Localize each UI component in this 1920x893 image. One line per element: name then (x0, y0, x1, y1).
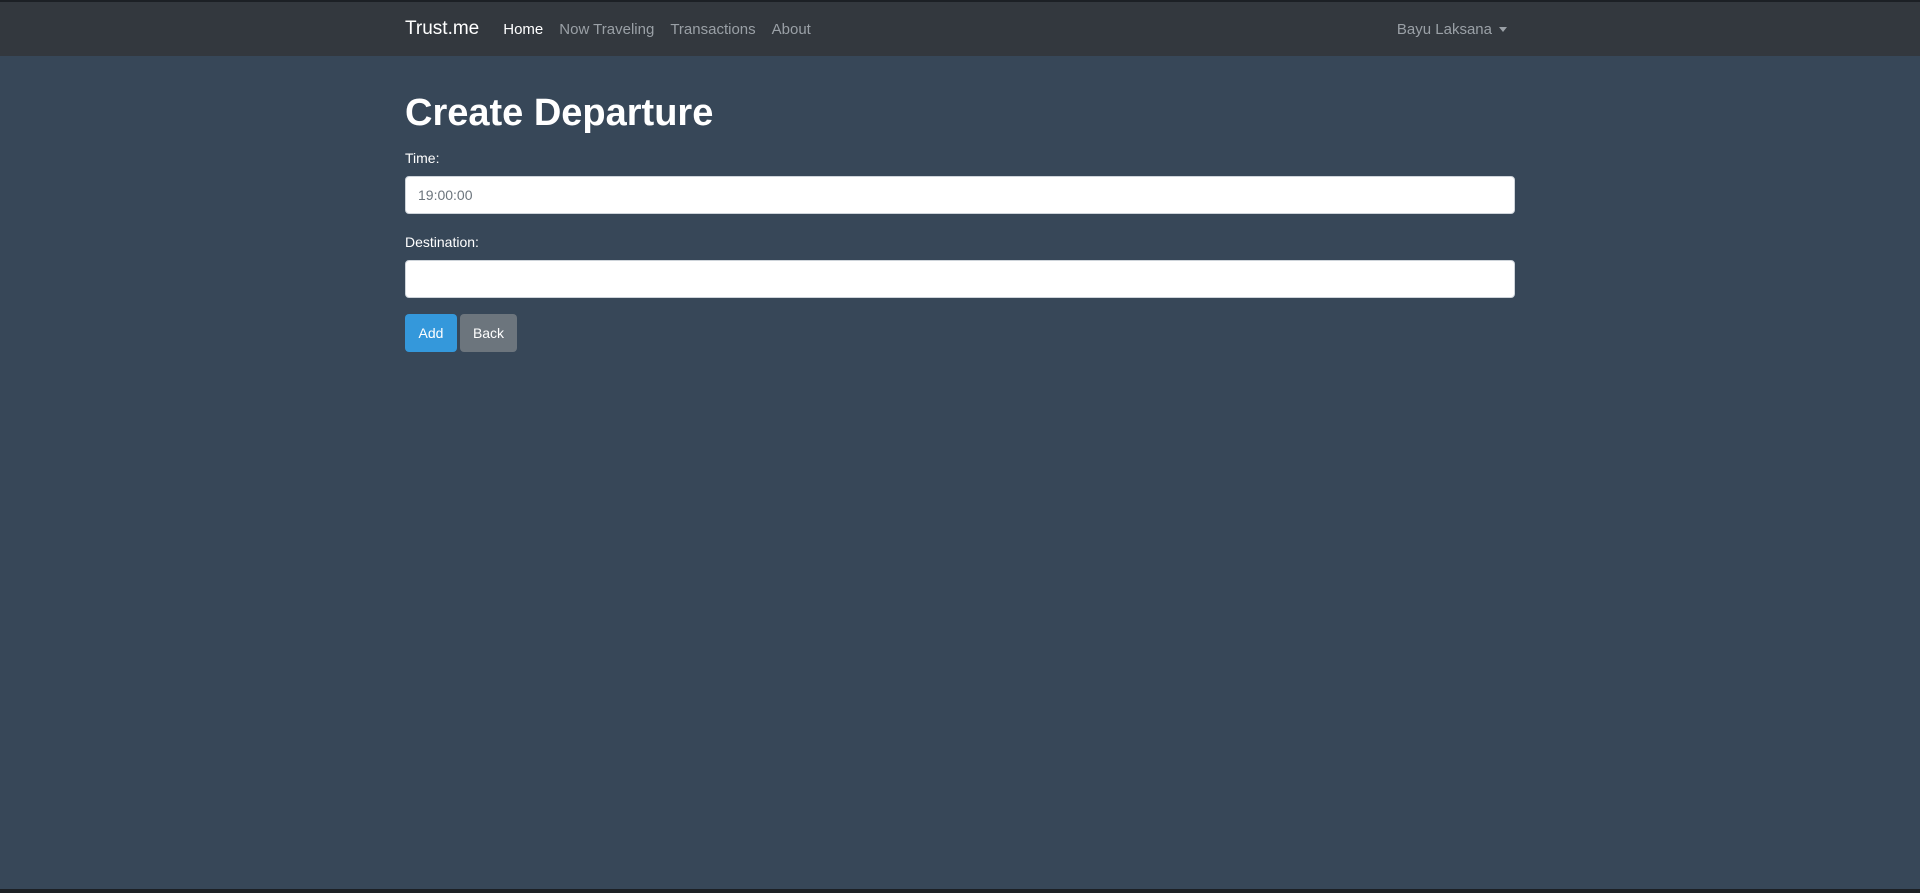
user-menu-dropdown[interactable]: Bayu Laksana (1397, 21, 1515, 38)
time-input[interactable] (405, 176, 1515, 214)
window-bottom-edge (0, 889, 1920, 893)
user-menu-label: Bayu Laksana (1396, 20, 1492, 38)
nav-link-transactions[interactable]: Transactions (670, 21, 755, 38)
page-title: Create Departure (405, 92, 714, 134)
navbar-container: Trust.me Home Now Traveling Transactions… (405, 2, 1515, 56)
time-label: Time: (405, 150, 440, 166)
nav-link-about[interactable]: About (772, 21, 811, 38)
nav-link-now-traveling[interactable]: Now Traveling (559, 21, 654, 38)
destination-input[interactable] (405, 260, 1515, 298)
brand-link[interactable]: Trust.me (405, 18, 479, 40)
destination-label: Destination: (405, 234, 479, 250)
navbar: Trust.me Home Now Traveling Transactions… (0, 2, 1920, 56)
nav-link-home[interactable]: Home (503, 21, 543, 38)
nav-links: Home Now Traveling Transactions About (503, 21, 827, 38)
add-button[interactable]: Add (405, 314, 457, 352)
back-button[interactable]: Back (460, 314, 517, 352)
caret-down-icon (1499, 27, 1507, 32)
